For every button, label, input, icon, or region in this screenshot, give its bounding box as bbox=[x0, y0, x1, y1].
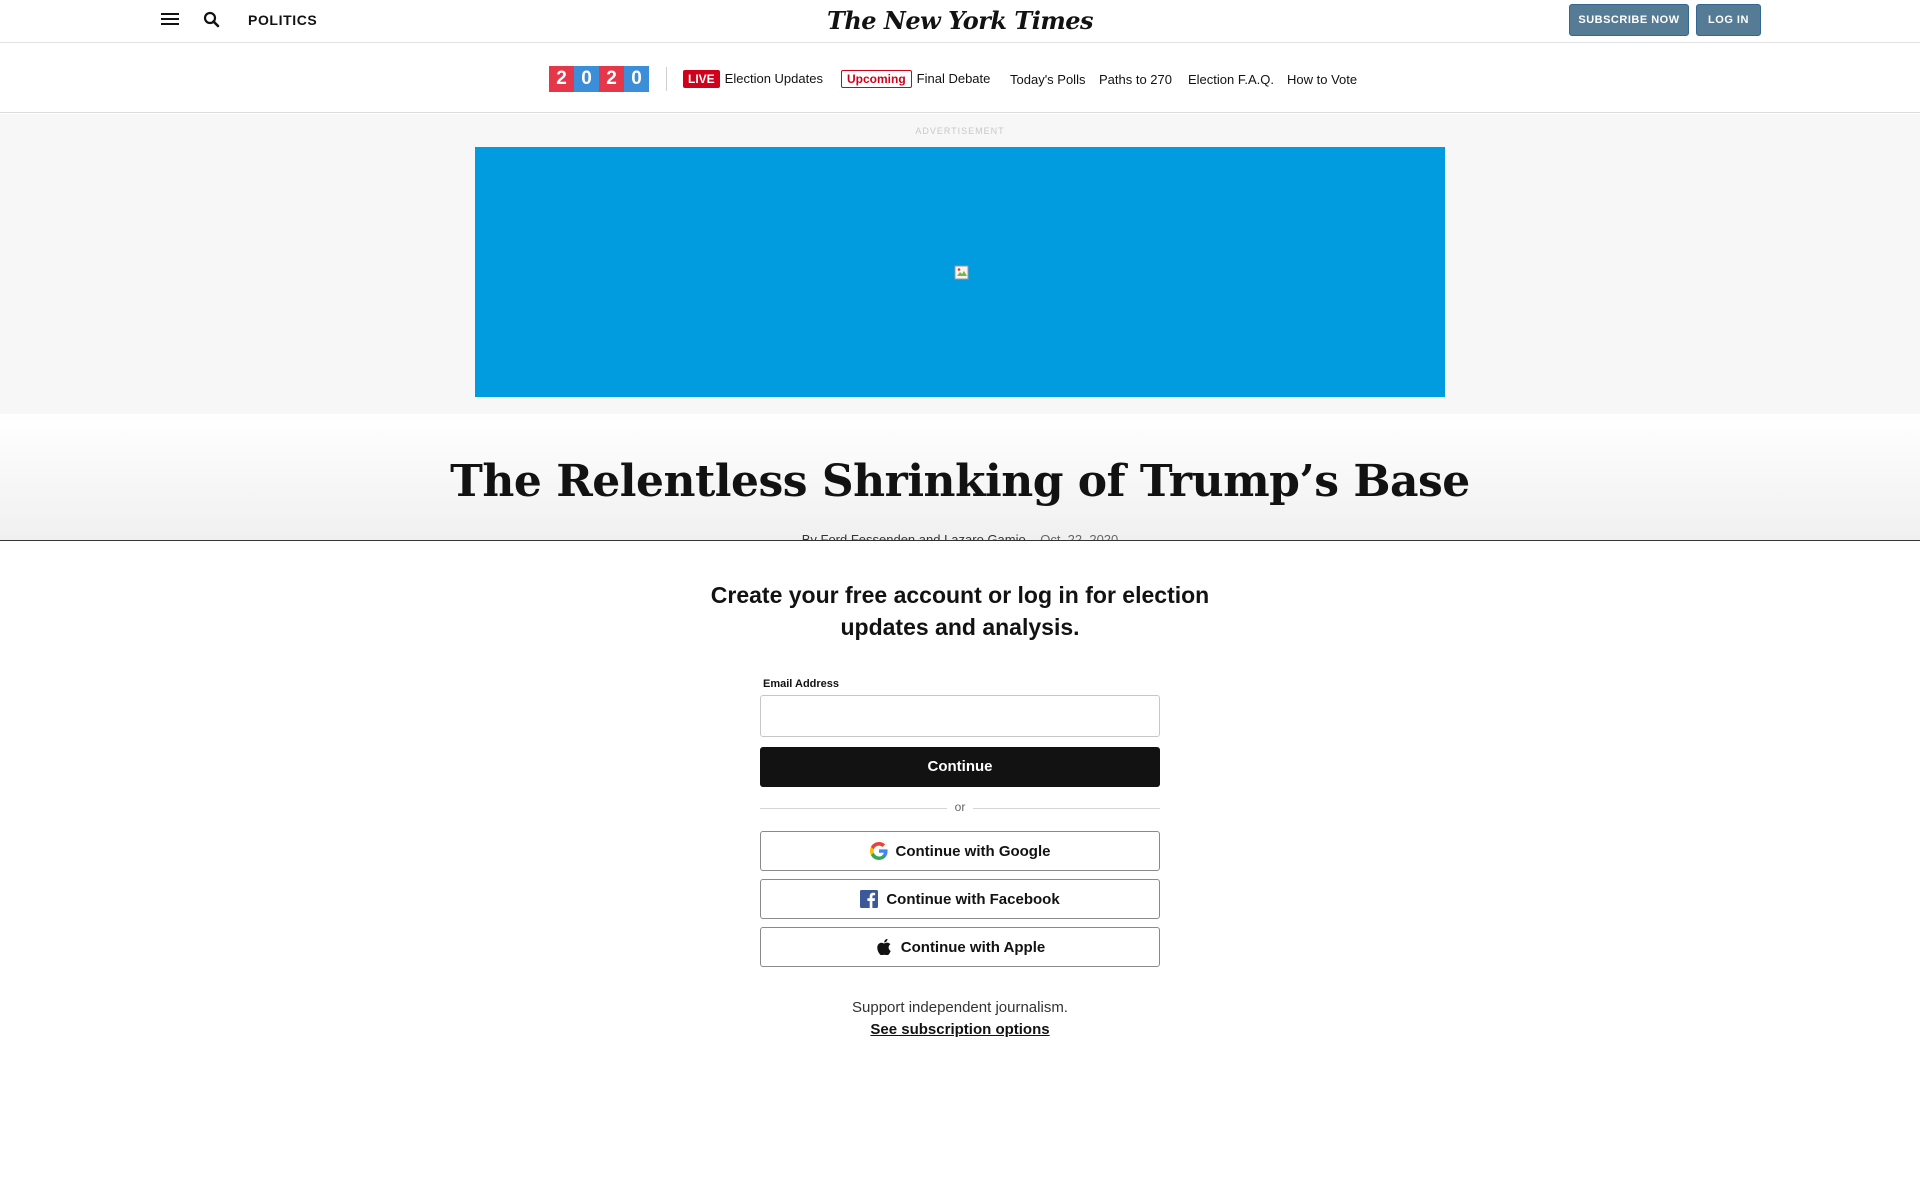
upcoming-badge: Upcoming bbox=[841, 70, 912, 88]
or-separator: or bbox=[954, 800, 966, 814]
year-digit: 0 bbox=[574, 66, 599, 92]
divider-line bbox=[973, 808, 1160, 809]
section-link-politics[interactable]: POLITICS bbox=[248, 12, 317, 28]
nav-divider bbox=[666, 67, 667, 91]
nav-item-paths-to-270[interactable]: Paths to 270 bbox=[1099, 72, 1172, 87]
nav-item-todays-polls[interactable]: Today's Polls bbox=[1010, 72, 1085, 87]
subscribe-now-button[interactable]: SUBSCRIBE NOW bbox=[1569, 4, 1689, 36]
hamburger-menu-icon[interactable] bbox=[161, 13, 179, 27]
nav-item-label: Final Debate bbox=[916, 71, 991, 86]
advertisement-banner[interactable] bbox=[475, 147, 1445, 397]
support-journalism-text: Support independent journalism. bbox=[852, 999, 1068, 1016]
article-byline: By Ford Fessenden and Lazaro Gamio Oct. … bbox=[0, 532, 1920, 540]
facebook-icon bbox=[860, 890, 879, 908]
byline-date: Oct. 22, 2020 bbox=[1040, 532, 1119, 540]
live-badge: LIVE bbox=[683, 70, 720, 88]
nav-item-label: Election Updates bbox=[724, 71, 823, 86]
election-nav-bar: 2 0 2 0 LIVE Election Updates Upcoming Fin… bbox=[0, 43, 1920, 113]
year-digit: 0 bbox=[624, 66, 649, 92]
registration-title: Create your free account or log in for e… bbox=[710, 582, 1210, 640]
google-icon bbox=[869, 842, 888, 860]
broken-image-icon bbox=[954, 265, 969, 280]
article-header: The Relentless Shrinking of Trump’s Base… bbox=[0, 414, 1920, 540]
subscription-options-wrapper: See subscription options bbox=[0, 1021, 1920, 1038]
nyt-logo[interactable]: The New York Times bbox=[827, 6, 1094, 35]
continue-with-google-button[interactable]: Continue with Google bbox=[760, 831, 1160, 871]
nav-item-how-to-vote[interactable]: How to Vote bbox=[1287, 72, 1357, 87]
advertisement-label: ADVERTISEMENT bbox=[915, 126, 1005, 136]
apple-icon bbox=[875, 938, 893, 956]
article-headline: The Relentless Shrinking of Trump’s Base bbox=[450, 456, 1470, 507]
year-digit: 2 bbox=[599, 66, 624, 92]
email-label: Email Address bbox=[763, 678, 840, 690]
google-button-label: Continue with Google bbox=[895, 842, 1051, 860]
facebook-button-label: Continue with Facebook bbox=[886, 890, 1060, 908]
search-icon[interactable] bbox=[202, 10, 222, 30]
divider-line bbox=[760, 808, 947, 809]
nav-item-election-faq[interactable]: Election F.A.Q. bbox=[1188, 72, 1274, 87]
registration-modal: Create your free account or log in for e… bbox=[0, 540, 1920, 1180]
year-digit: 2 bbox=[549, 66, 574, 92]
nav-item-election-updates[interactable]: LIVE Election Updates bbox=[683, 70, 823, 88]
email-field[interactable] bbox=[760, 695, 1160, 737]
byline-authors: By Ford Fessenden and Lazaro Gamio bbox=[801, 532, 1026, 540]
continue-with-facebook-button[interactable]: Continue with Facebook bbox=[760, 879, 1160, 919]
election-2020-logo[interactable]: 2 0 2 0 bbox=[549, 66, 649, 92]
masthead: POLITICS The New York Times SUBSCRIBE NO… bbox=[0, 0, 1920, 43]
continue-button[interactable]: Continue bbox=[760, 747, 1160, 787]
log-in-button[interactable]: LOG IN bbox=[1696, 4, 1761, 36]
see-subscription-options-link[interactable]: See subscription options bbox=[870, 1021, 1049, 1038]
advertisement-section: ADVERTISEMENT bbox=[0, 114, 1920, 414]
apple-button-label: Continue with Apple bbox=[900, 938, 1046, 956]
nav-item-final-debate[interactable]: Upcoming Final Debate bbox=[841, 70, 990, 88]
continue-with-apple-button[interactable]: Continue with Apple bbox=[760, 927, 1160, 967]
